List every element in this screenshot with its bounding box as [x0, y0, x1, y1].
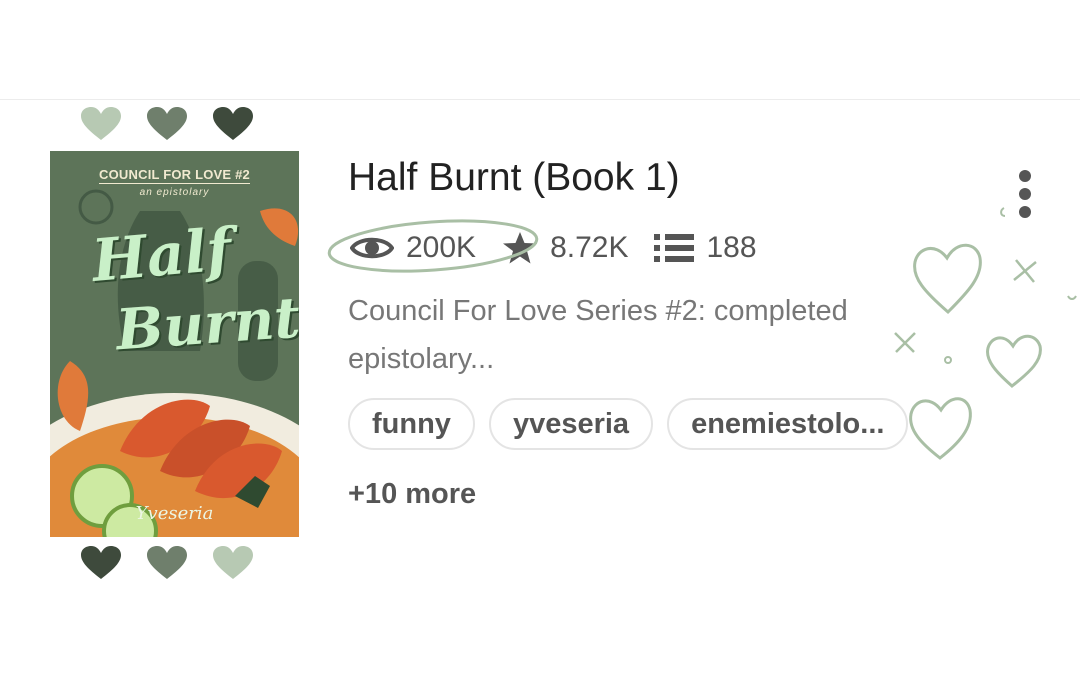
parts-stat: 188	[654, 231, 757, 265]
votes-count: 8.72K	[550, 231, 629, 264]
squiggle-doodle	[1000, 207, 1006, 217]
star-icon	[502, 231, 538, 265]
votes-stat: 8.72K	[502, 231, 628, 265]
cover-title-line2: Burnt	[113, 284, 299, 364]
heart-icon	[213, 546, 253, 579]
cross-doodle	[1013, 259, 1037, 283]
book-cover[interactable]: COUNCIL FOR LOVE #2 an epistolary Half B…	[50, 151, 299, 537]
cover-series-line: COUNCIL FOR LOVE #2	[99, 167, 250, 184]
parts-count: 188	[706, 231, 757, 264]
bottom-hearts-decoration	[80, 545, 260, 585]
book-title[interactable]: Half Burnt (Book 1)	[348, 156, 680, 200]
book-stats: 200K 8.72K 188	[350, 226, 783, 270]
heart-icon	[81, 546, 121, 579]
heart-doodle	[986, 334, 1042, 388]
cover-author: Yveseria	[135, 503, 214, 524]
kebab-menu-icon	[1019, 170, 1031, 218]
top-divider	[0, 99, 1080, 100]
heart-icon	[81, 107, 121, 140]
heart-icon	[147, 546, 187, 579]
reads-count: 200K	[406, 231, 477, 264]
cover-title-line1: Half	[89, 215, 235, 295]
list-icon	[654, 233, 695, 263]
reads-stat: 200K	[350, 231, 476, 265]
cover-subtitle: an epistolary	[139, 187, 210, 198]
dot-doodle	[944, 356, 952, 364]
tag-chip[interactable]: yveseria	[488, 398, 654, 450]
top-hearts-decoration	[80, 106, 260, 146]
tag-list: funny yveseria enemiestolo...	[348, 398, 922, 450]
squiggle-doodle	[1067, 295, 1077, 300]
tag-chip[interactable]: enemiestolo...	[667, 398, 909, 450]
heart-icon	[213, 107, 253, 140]
heart-icon	[147, 107, 187, 140]
more-tags-link[interactable]: +10 more	[348, 478, 476, 511]
book-description[interactable]: Council For Love Series #2: completed ep…	[348, 287, 938, 383]
eye-icon	[350, 233, 394, 263]
tag-chip[interactable]: funny	[348, 398, 475, 450]
more-options-button[interactable]	[1010, 166, 1040, 226]
